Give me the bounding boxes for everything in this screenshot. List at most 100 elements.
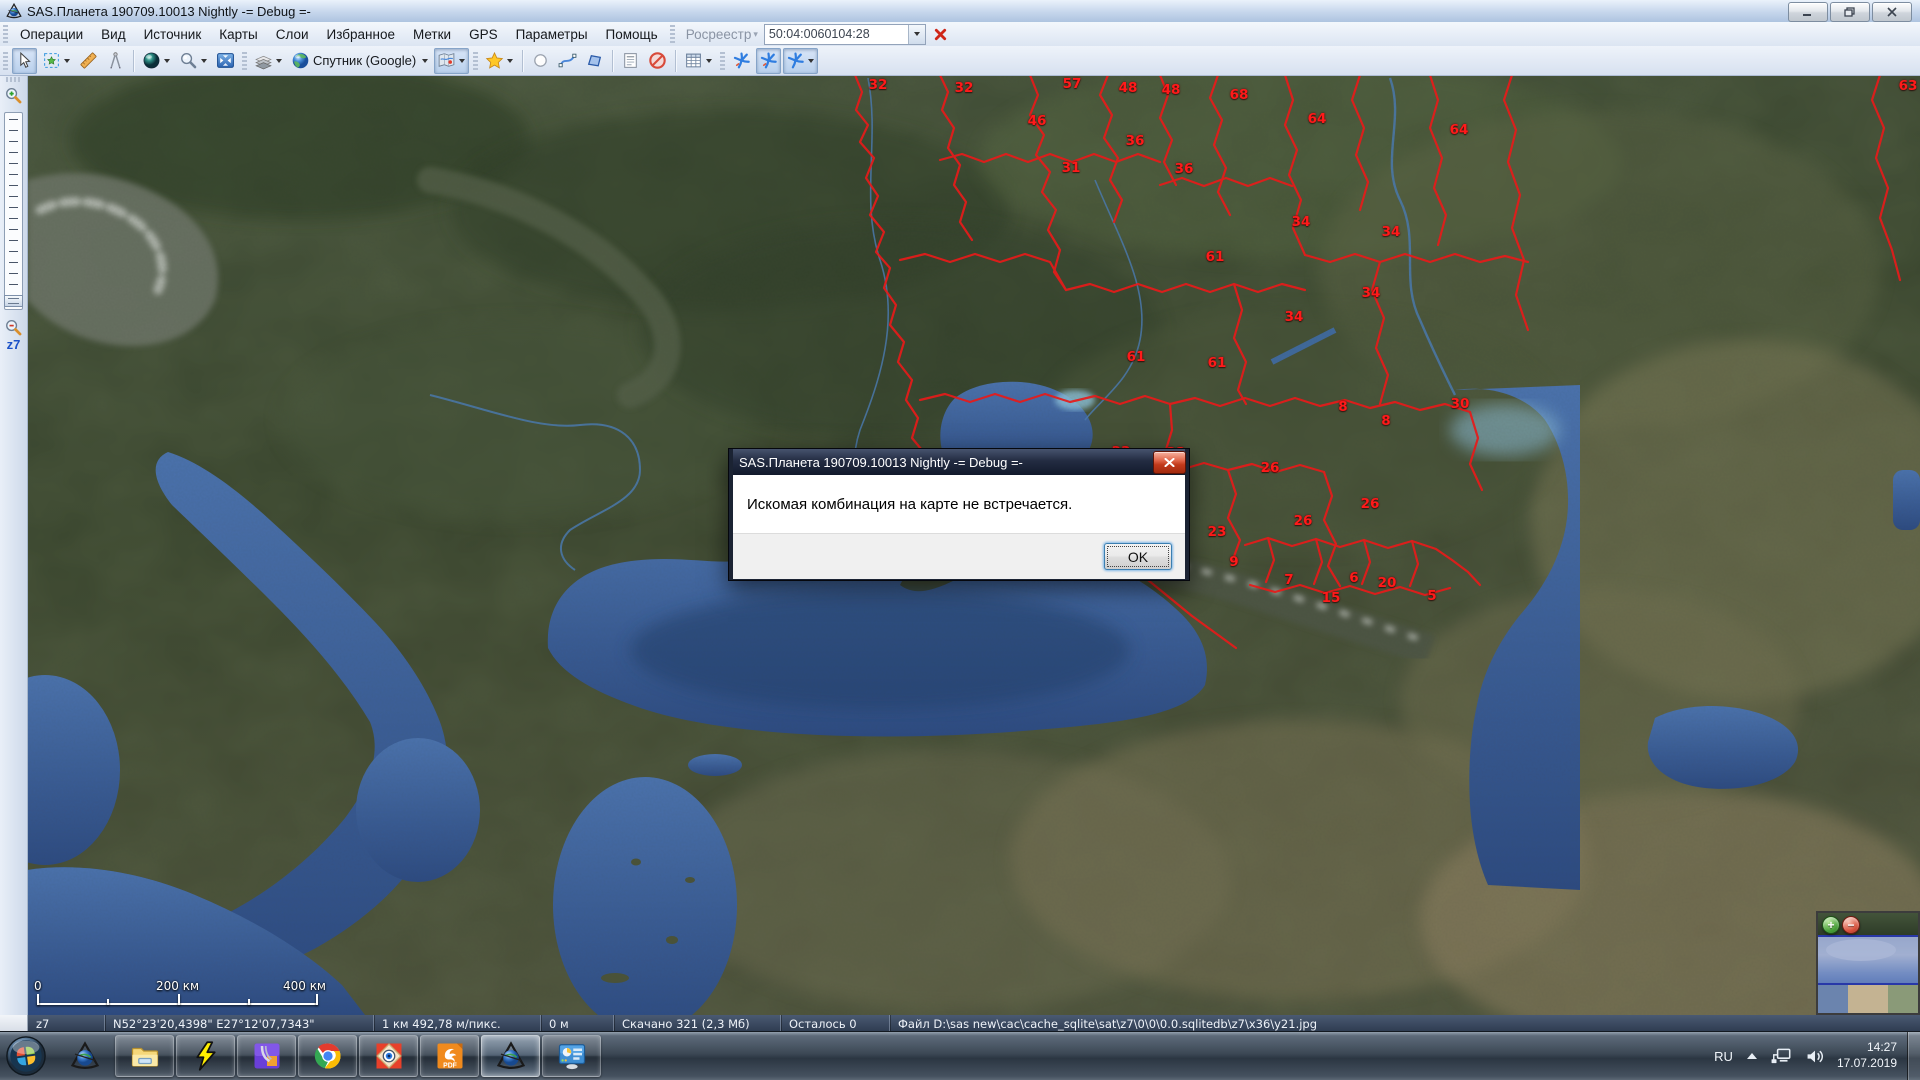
add-placemark-button[interactable]	[528, 48, 553, 74]
zoom-slider-handle[interactable]	[4, 295, 23, 307]
grid-select-button[interactable]	[681, 48, 716, 74]
minimap-viewport-rect[interactable]	[1818, 935, 1918, 985]
start-button[interactable]	[5, 1035, 47, 1077]
menu-item-placemarks[interactable]: Метки	[404, 24, 460, 45]
zoom-out-icon[interactable]	[4, 318, 23, 337]
zoom-in-icon[interactable]	[4, 86, 23, 105]
region-code-30: 30	[1451, 396, 1470, 412]
controlpanel-icon	[557, 1041, 587, 1071]
taskbar-chrome[interactable]	[298, 1035, 357, 1077]
menu-item-help[interactable]: Помощь	[597, 24, 667, 45]
menu-bar: ОперацииВидИсточникКартыСлоиИзбранноеМет…	[0, 22, 1920, 47]
close-button[interactable]	[1872, 2, 1912, 22]
rosreestr-label[interactable]: Росреестр	[686, 27, 752, 42]
menu-item-operations[interactable]: Операции	[11, 24, 92, 45]
status-downloaded: Скачано 321 (2,3 Мб)	[614, 1015, 781, 1032]
cache-mode-button[interactable]	[251, 48, 286, 74]
clock-time: 14:27	[1837, 1040, 1897, 1056]
taskbar-faststone-viewer[interactable]	[359, 1035, 418, 1077]
taskbar-sas-planet-pinned[interactable]	[56, 1036, 113, 1076]
panel-grip[interactable]	[6, 77, 21, 82]
taskbar-lightning-app[interactable]	[176, 1035, 235, 1077]
toolbar-separator	[133, 50, 134, 72]
taskbar-foxit-pdf[interactable]: PDF	[420, 1035, 479, 1077]
pan-tool-button[interactable]	[12, 48, 37, 74]
zoom-slider[interactable]	[4, 112, 23, 310]
sas-icon	[496, 1041, 526, 1071]
sas-planet-window: SAS.Планета 190709.10013 Nightly -= Debu…	[0, 0, 1920, 1080]
ok-button[interactable]: OK	[1104, 543, 1172, 570]
toolbar-grip[interactable]	[242, 52, 247, 70]
placemark-icon	[531, 51, 550, 70]
taskbar-control-panel[interactable]	[542, 1035, 601, 1077]
divider-icon	[106, 51, 125, 70]
toolbar-separator	[612, 50, 613, 72]
add-path-button[interactable]	[555, 48, 580, 74]
show-desktop-button[interactable]	[1907, 1032, 1920, 1080]
chevron-down-icon[interactable]	[201, 59, 207, 63]
minimap-zoom-out-button[interactable]: −	[1842, 916, 1860, 934]
menu-item-maps[interactable]: Карты	[210, 24, 266, 45]
scale-mid-label: 200 км	[156, 979, 199, 993]
menu-item-source[interactable]: Источник	[135, 24, 211, 45]
region-code-9: 9	[1229, 554, 1238, 570]
region-code-20: 20	[1378, 575, 1397, 591]
chevron-down-icon[interactable]	[164, 59, 170, 63]
volume-icon[interactable]	[1805, 1048, 1825, 1065]
dialog-titlebar[interactable]: SAS.Планета 190709.10013 Nightly -= Debu…	[733, 449, 1185, 475]
fullscreen-button-button[interactable]	[213, 48, 238, 74]
rosreestr-search-value[interactable]: 50:04:0060104:28	[765, 27, 908, 41]
chevron-down-icon[interactable]	[507, 59, 513, 63]
language-indicator[interactable]: RU	[1714, 1049, 1733, 1064]
overview-minimap[interactable]: + −	[1816, 911, 1920, 1015]
add-polygon-button[interactable]	[582, 48, 607, 74]
toolbar-grip[interactable]	[670, 25, 675, 43]
chevron-down-icon[interactable]	[276, 59, 282, 63]
taskbar-sas-planet-running[interactable]	[481, 1035, 540, 1077]
gps-track-button[interactable]	[756, 48, 781, 74]
chevron-down-icon[interactable]	[459, 59, 465, 63]
menu-item-settings[interactable]: Параметры	[507, 24, 597, 45]
menu-item-favorites[interactable]: Избранное	[318, 24, 404, 45]
network-icon[interactable]	[1771, 1047, 1793, 1065]
gps-connect-button[interactable]	[729, 48, 754, 74]
rosreestr-dropdown-icon[interactable]: ▾	[753, 29, 758, 40]
hide-placemarks-button[interactable]	[645, 48, 670, 74]
rosreestr-clear-button[interactable]	[932, 26, 949, 43]
selection-tool-button[interactable]	[39, 48, 74, 74]
goto-tool-button[interactable]	[139, 48, 174, 74]
ruler-tool-button[interactable]	[76, 48, 101, 74]
distance-tool-button[interactable]	[103, 48, 128, 74]
region-code-15: 15	[1322, 590, 1341, 606]
chevron-down-icon[interactable]	[706, 59, 712, 63]
dialog-close-button[interactable]	[1153, 451, 1186, 474]
menu-item-layers[interactable]: Слои	[267, 24, 318, 45]
minimize-button[interactable]	[1788, 2, 1828, 22]
placemark-manager-button[interactable]	[618, 48, 643, 74]
favorites-button-button[interactable]	[482, 48, 517, 74]
clock[interactable]: 14:27 17.07.2019	[1837, 1040, 1897, 1071]
map-source-button[interactable]: Спутник (Google)	[288, 48, 432, 74]
search-tool-button[interactable]	[176, 48, 211, 74]
taskbar-purple-app[interactable]	[237, 1035, 296, 1077]
chevron-down-icon[interactable]	[422, 59, 428, 63]
status-map-scale: 1 км 492,78 м/пикс.	[374, 1015, 541, 1032]
taskbar-explorer[interactable]	[115, 1035, 174, 1077]
layer-select-button[interactable]	[434, 48, 469, 74]
gps-follow-button[interactable]	[783, 48, 818, 74]
toolbar-grip[interactable]	[3, 25, 8, 43]
chevron-down-icon[interactable]	[808, 59, 814, 63]
menu-item-view[interactable]: Вид	[92, 24, 134, 45]
cursor-icon	[15, 51, 34, 70]
rosreestr-search-input[interactable]: 50:04:0060104:28	[764, 24, 926, 45]
toolbar-grip[interactable]	[473, 52, 478, 70]
select-icon	[42, 51, 61, 70]
menu-item-gps[interactable]: GPS	[460, 24, 507, 45]
minimap-zoom-in-button[interactable]: +	[1822, 916, 1840, 934]
restore-button[interactable]	[1830, 2, 1870, 22]
rosreestr-combo-button[interactable]	[908, 25, 925, 44]
toolbar-grip[interactable]	[3, 52, 8, 70]
chevron-down-icon[interactable]	[64, 59, 70, 63]
tray-expand-icon[interactable]	[1747, 1053, 1757, 1059]
toolbar-grip[interactable]	[720, 52, 725, 70]
